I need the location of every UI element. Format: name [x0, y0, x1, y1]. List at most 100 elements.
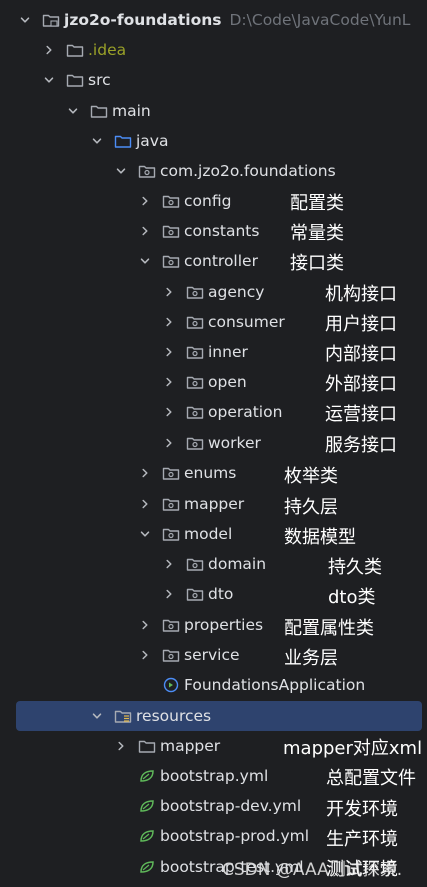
tree-label: agency: [208, 283, 265, 301]
tree-label: bootstrap-dev.yml: [160, 797, 302, 815]
tree-node-application[interactable]: FoundationsApplication: [0, 670, 427, 700]
tree-label: mapper: [184, 495, 245, 513]
package-icon: [162, 465, 180, 481]
tree-node-service[interactable]: service: [0, 640, 427, 670]
folder-icon: [138, 738, 156, 754]
note-enums: 枚举类: [284, 466, 338, 487]
chevron-right-icon[interactable]: [138, 224, 152, 238]
chevron-right-icon[interactable]: [114, 739, 128, 753]
folder-icon: [66, 72, 84, 88]
chevron-right-icon[interactable]: [138, 618, 152, 632]
tree-node-config[interactable]: config: [0, 186, 427, 216]
tree-node-idea[interactable]: .idea: [0, 35, 427, 65]
tree-node-enums[interactable]: enums: [0, 458, 427, 488]
folder-icon: [66, 42, 84, 58]
package-icon: [162, 617, 180, 633]
note-dto: dto类: [328, 587, 376, 608]
chevron-right-icon[interactable]: [138, 194, 152, 208]
project-name: jzo2o-foundations: [64, 11, 222, 29]
tree-label: properties: [184, 616, 264, 634]
tree-node-model[interactable]: model: [0, 519, 427, 549]
note-agency: 机构接口: [325, 284, 397, 305]
tree-label: service: [184, 646, 240, 664]
tree-node-main[interactable]: main: [0, 96, 427, 126]
note-consumer: 用户接口: [325, 314, 397, 335]
tree-node-constants[interactable]: constants: [0, 216, 427, 246]
tree-label: main: [112, 102, 151, 120]
chevron-right-icon[interactable]: [138, 497, 152, 511]
tree-node-java[interactable]: java: [0, 126, 427, 156]
note-resources-mapper: mapper对应xml: [283, 738, 423, 759]
package-icon: [186, 314, 204, 330]
chevron-right-icon[interactable]: [162, 315, 176, 329]
spring-boot-app-icon: [162, 677, 180, 693]
tree-label: enums: [184, 464, 237, 482]
package-icon: [162, 193, 180, 209]
chevron-right-icon[interactable]: [138, 466, 152, 480]
resources-folder-icon: [114, 708, 132, 724]
chevron-right-icon[interactable]: [162, 587, 176, 601]
tree-label: dto: [208, 585, 234, 603]
source-folder-icon: [114, 133, 132, 149]
tree-label: domain: [208, 555, 267, 573]
chevron-right-icon[interactable]: [162, 557, 176, 571]
spring-config-icon: [138, 798, 156, 814]
chevron-right-icon[interactable]: [162, 345, 176, 359]
project-path: D:\Code\JavaCode\YunL: [229, 11, 411, 29]
project-tree: jzo2o-foundations D:\Code\JavaCode\YunL …: [0, 0, 427, 887]
package-icon: [162, 526, 180, 542]
chevron-right-icon[interactable]: [162, 375, 176, 389]
note-mapper: 持久层: [284, 497, 338, 518]
chevron-right-icon[interactable]: [162, 405, 176, 419]
note-inner: 内部接口: [325, 344, 397, 365]
tree-label: FoundationsApplication: [184, 676, 366, 694]
chevron-down-icon[interactable]: [138, 527, 152, 541]
tree-label: bootstrap-prod.yml: [160, 827, 310, 845]
note-domain: 持久类: [328, 557, 382, 578]
tree-label: bootstrap-test.yml: [160, 858, 304, 876]
chevron-down-icon[interactable]: [42, 73, 56, 87]
chevron-right-icon[interactable]: [162, 285, 176, 299]
package-icon: [162, 496, 180, 512]
chevron-right-icon[interactable]: [138, 648, 152, 662]
tree-node-mapper[interactable]: mapper: [0, 489, 427, 519]
tree-label: inner: [208, 343, 248, 361]
tree-label: consumer: [208, 313, 285, 331]
tree-node-project-root[interactable]: jzo2o-foundations D:\Code\JavaCode\YunL: [0, 5, 427, 35]
chevron-right-icon[interactable]: [162, 436, 176, 450]
tree-label: controller: [184, 252, 258, 270]
chevron-down-icon[interactable]: [90, 709, 104, 723]
package-icon: [162, 223, 180, 239]
note-operation: 运营接口: [325, 404, 397, 425]
tree-label: java: [136, 132, 169, 150]
chevron-down-icon[interactable]: [18, 13, 32, 27]
note-open: 外部接口: [325, 374, 397, 395]
chevron-down-icon[interactable]: [90, 134, 104, 148]
module-folder-icon: [42, 12, 60, 28]
package-icon: [186, 556, 204, 572]
tree-label: com.jzo2o.foundations: [160, 162, 336, 180]
tree-node-package[interactable]: com.jzo2o.foundations: [0, 156, 427, 186]
tree-label: model: [184, 525, 233, 543]
tree-label: bootstrap.yml: [160, 767, 269, 785]
package-icon: [162, 253, 180, 269]
package-icon: [138, 163, 156, 179]
note-controller: 接口类: [290, 253, 344, 274]
tree-node-controller[interactable]: controller: [0, 246, 427, 276]
tree-node-src[interactable]: src: [0, 65, 427, 95]
chevron-down-icon[interactable]: [66, 104, 80, 118]
package-icon: [186, 374, 204, 390]
chevron-right-icon[interactable]: [42, 43, 56, 57]
tree-label: .idea: [88, 41, 127, 59]
note-service: 业务层: [284, 648, 338, 669]
note-bootstrap-prod: 生产环境: [326, 829, 398, 850]
tree-node-resources[interactable]: resources: [0, 701, 427, 731]
note-model: 数据模型: [284, 527, 356, 548]
chevron-down-icon[interactable]: [138, 254, 152, 268]
package-icon: [186, 404, 204, 420]
tree-label: mapper: [160, 737, 221, 755]
chevron-down-icon[interactable]: [114, 164, 128, 178]
note-constants: 常量类: [290, 223, 344, 244]
package-icon: [162, 647, 180, 663]
package-icon: [186, 586, 204, 602]
